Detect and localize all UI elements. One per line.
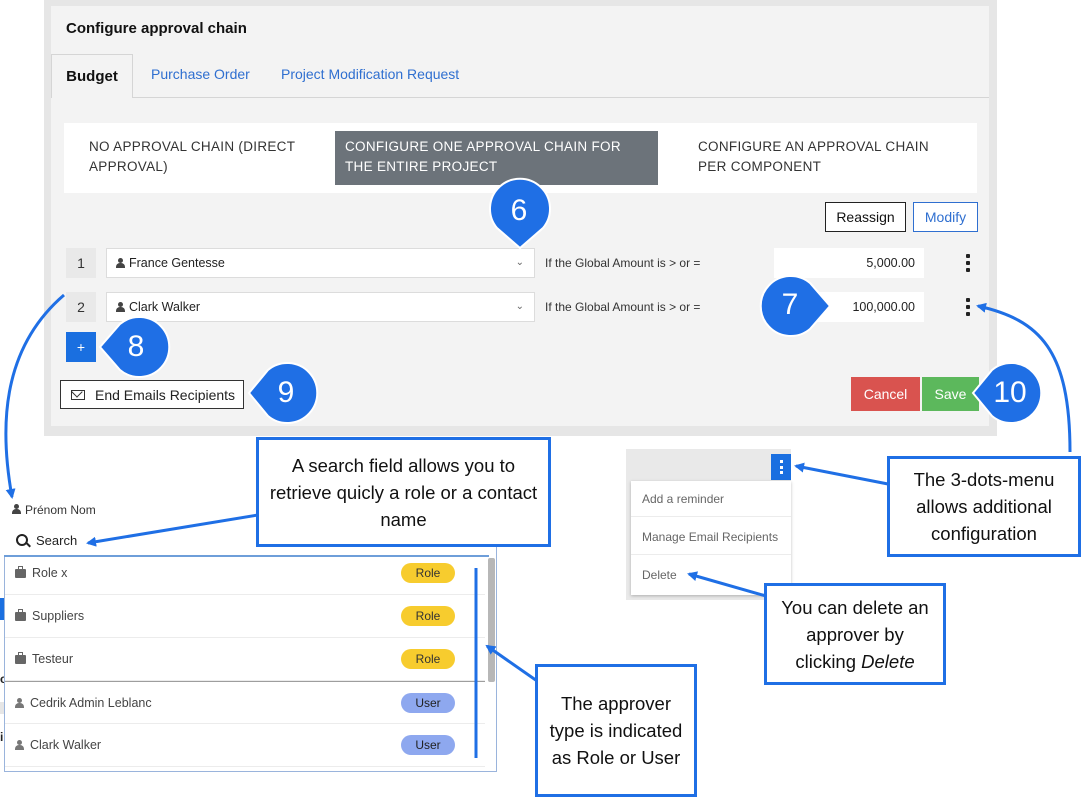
callout-three-dots-menu: The 3-dots-menu allows additional config…: [887, 456, 1081, 557]
step-marker-8: 8: [127, 330, 145, 363]
screenshot-stage: Configure approval chain Budget Purchase…: [0, 0, 1083, 799]
callout-delete-emphasis: Delete: [861, 650, 915, 672]
step-marker-6: 6: [510, 194, 528, 227]
step-marker-9: 9: [277, 376, 295, 409]
callout-delete: You can delete an approver by clicking D…: [764, 583, 946, 685]
callout-search: A search field allows you to retrieve qu…: [256, 437, 551, 547]
callout-approver-type: The approver type is indicated as Role o…: [535, 664, 697, 797]
step-marker-7: 7: [781, 288, 799, 321]
step-marker-10: 10: [993, 376, 1027, 409]
